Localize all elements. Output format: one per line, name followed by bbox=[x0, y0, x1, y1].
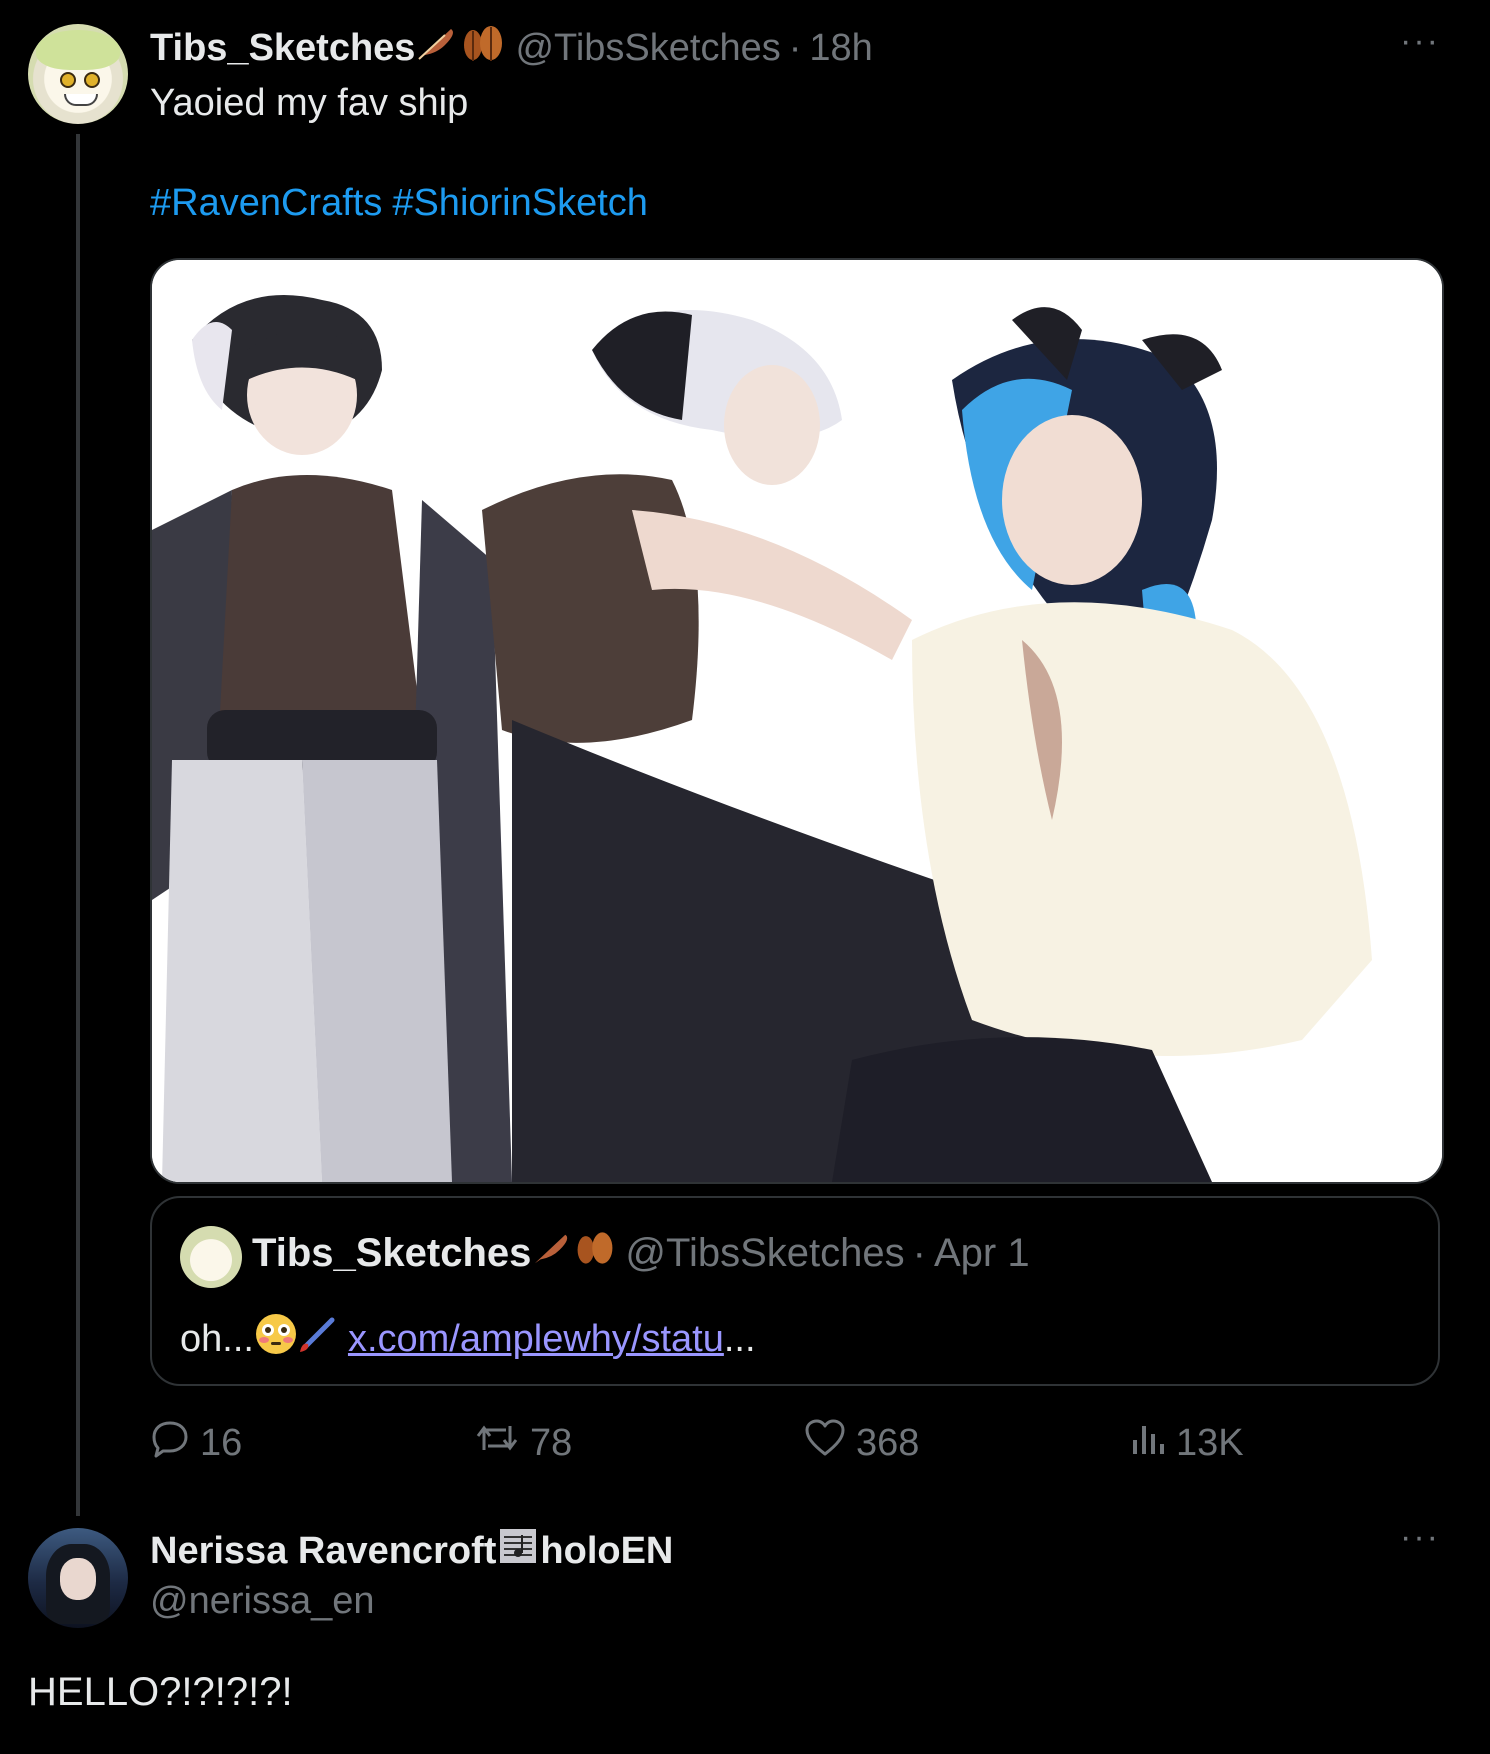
reply-author-avatar[interactable] bbox=[28, 1528, 128, 1628]
quoted-author-name: Tibs_Sketches bbox=[252, 1230, 532, 1275]
flushed-face-emoji bbox=[254, 1312, 298, 1366]
author-avatar[interactable] bbox=[28, 24, 128, 124]
more-icon[interactable]: ··· bbox=[1400, 22, 1440, 61]
quoted-tweet-header: Tibs_Sketches @TibsSketches · Apr 1 bbox=[252, 1228, 1030, 1278]
reply-author-name-suffix[interactable]: holoEN bbox=[540, 1530, 673, 1573]
tweet-media-image[interactable] bbox=[150, 258, 1444, 1184]
reply-author-handle[interactable]: @nerissa_en bbox=[150, 1580, 374, 1623]
hashtags: #RavenCrafts #ShiorinSketch bbox=[150, 182, 658, 225]
repost-count: 78 bbox=[530, 1421, 573, 1464]
like-button[interactable]: 368 bbox=[804, 1418, 919, 1468]
like-icon bbox=[804, 1418, 846, 1468]
reply-text: HELLO?!?!?!?! bbox=[28, 1670, 293, 1714]
reply-icon bbox=[150, 1418, 190, 1468]
more-icon[interactable]: ··· bbox=[1400, 1518, 1440, 1557]
paintbrush-emoji bbox=[298, 1314, 338, 1364]
author-handle[interactable]: @TibsSketches bbox=[515, 27, 780, 70]
like-count: 368 bbox=[856, 1421, 920, 1464]
separator-dot: · bbox=[788, 26, 802, 69]
author-name[interactable]: Tibs_Sketches bbox=[150, 27, 415, 70]
quoted-date: Apr 1 bbox=[933, 1230, 1030, 1275]
feather-emoji bbox=[531, 1229, 573, 1277]
reply-count: 16 bbox=[200, 1421, 243, 1464]
hashtag-shiorinsketch[interactable]: #ShiorinSketch bbox=[392, 182, 648, 224]
reply-button[interactable]: 16 bbox=[150, 1418, 242, 1468]
view-count: 13K bbox=[1176, 1421, 1244, 1464]
tweet-actions: 16 78 368 13K bbox=[150, 1418, 1440, 1470]
quoted-author-handle: @TibsSketches bbox=[625, 1230, 905, 1275]
thread-line bbox=[76, 134, 80, 1516]
leaves-emoji bbox=[573, 1229, 617, 1277]
quoted-link[interactable]: x.com/amplewhy/statu bbox=[348, 1318, 724, 1361]
separator-dot: · bbox=[912, 1230, 926, 1275]
quoted-tweet[interactable]: Tibs_Sketches @TibsSketches · Apr 1 oh..… bbox=[150, 1196, 1440, 1386]
views-button[interactable]: 13K bbox=[1130, 1418, 1244, 1468]
leaves-emoji bbox=[459, 23, 507, 73]
hashtag-ravencrafts[interactable]: #RavenCrafts bbox=[150, 182, 382, 224]
reply-header: Nerissa Ravencroft holoEN bbox=[150, 1528, 673, 1574]
timestamp[interactable]: 18h bbox=[809, 27, 872, 70]
views-icon bbox=[1130, 1418, 1166, 1468]
tweet-text: Yaoied my fav ship bbox=[150, 82, 469, 124]
repost-button[interactable]: 78 bbox=[474, 1418, 572, 1468]
quoted-text-row: oh... x.com/amplewhy/statu... bbox=[180, 1312, 756, 1366]
feather-emoji bbox=[415, 23, 459, 73]
quoted-text: oh... bbox=[180, 1317, 254, 1360]
quoted-link-ellipsis: ... bbox=[723, 1317, 756, 1360]
music-score-emoji bbox=[496, 1525, 540, 1577]
repost-icon bbox=[474, 1418, 520, 1468]
reply-author-name[interactable]: Nerissa Ravencroft bbox=[150, 1530, 496, 1573]
quoted-author-avatar bbox=[180, 1226, 242, 1288]
tweet-header: Tibs_Sketches @TibsSketches · 18h bbox=[150, 26, 873, 70]
